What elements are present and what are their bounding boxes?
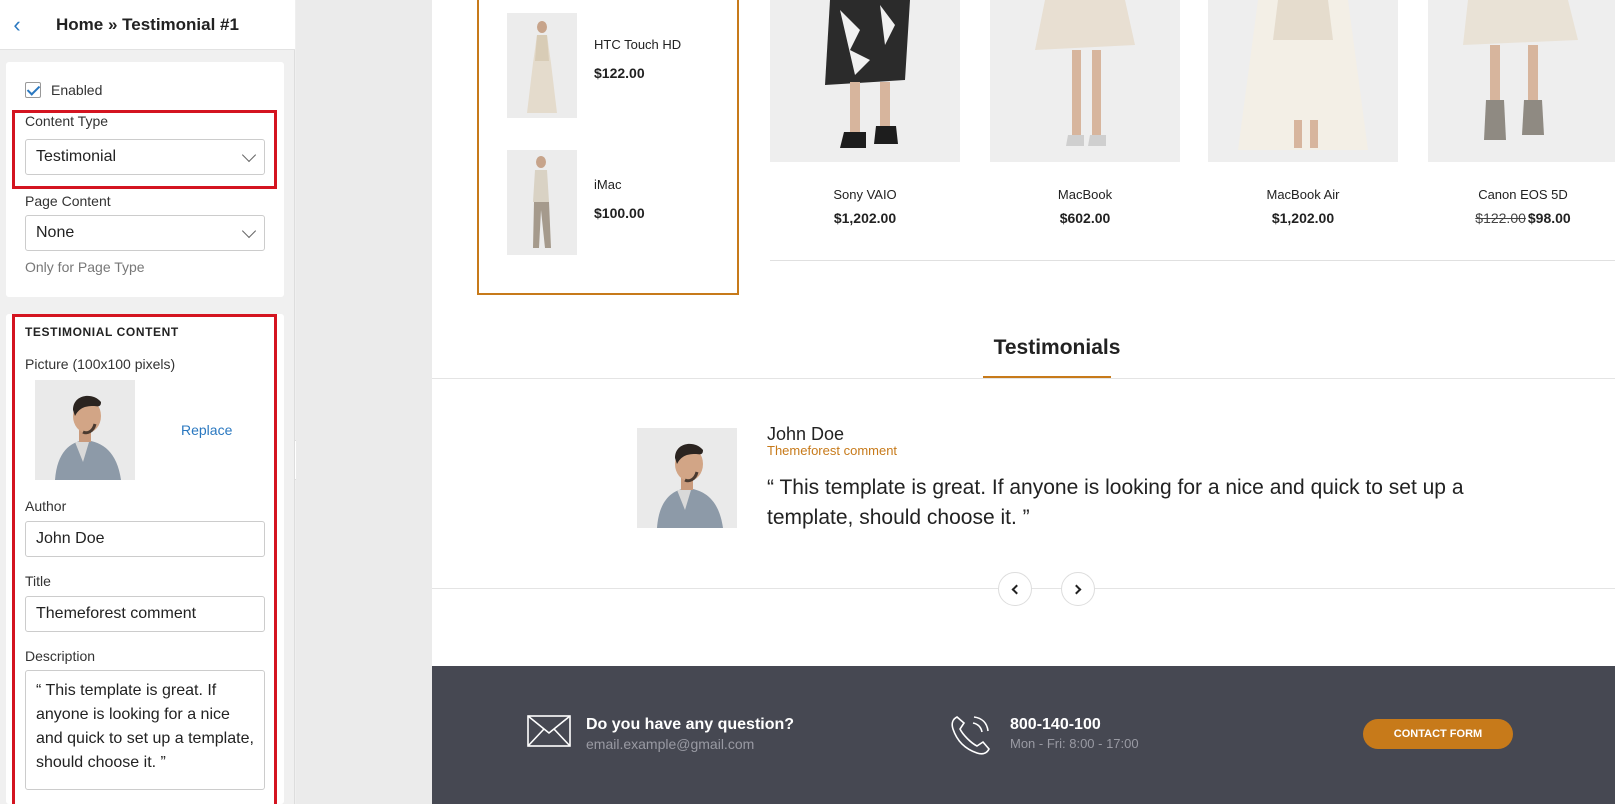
side-product-name[interactable]: iMac [594, 177, 621, 192]
picture-thumbnail[interactable] [35, 380, 135, 480]
author-label: Author [25, 498, 67, 514]
description-label: Description [25, 648, 96, 664]
description-textarea[interactable]: “ This template is great. If anyone is l… [25, 670, 265, 790]
products-divider [770, 260, 1615, 261]
product-image[interactable] [1428, 0, 1615, 162]
side-product-price: $100.00 [594, 205, 645, 221]
chevron-down-icon [241, 147, 257, 162]
next-testimonial-button[interactable] [1061, 572, 1095, 606]
testimonial-photo [637, 428, 737, 528]
product-price: $1,202.00 [770, 210, 960, 226]
title-label: Title [25, 573, 51, 589]
product-price-value: $602.00 [1059, 210, 1111, 226]
testimonial-title: Themeforest comment [767, 443, 898, 458]
author-input[interactable]: John Doe [25, 521, 265, 557]
side-product-name[interactable]: HTC Touch HD [594, 37, 681, 52]
product-old-price: $122.00 [1475, 210, 1526, 226]
customizer-panel: ‹ Home » Testimonial #1 Enabled Content … [0, 0, 295, 804]
footer-email[interactable]: email.example@gmail.com [586, 736, 754, 752]
product-image[interactable] [990, 0, 1180, 162]
product-image[interactable] [1208, 0, 1398, 162]
page-content-label: Page Content [25, 193, 111, 209]
product-image[interactable] [770, 0, 960, 162]
content-type-label: Content Type [25, 113, 109, 129]
section-title: TESTIMONIAL CONTENT [25, 325, 179, 339]
testimonial-quote: “ This template is great. If anyone is l… [767, 476, 1464, 529]
footer-phone: 800-140-100 [1010, 716, 1101, 733]
phone-icon [951, 716, 990, 755]
page-content-select[interactable]: None [25, 215, 265, 251]
product-price: $1,202.00 [1208, 210, 1398, 226]
site-footer: Do you have any question? email.example@… [432, 666, 1615, 804]
mail-icon [527, 715, 571, 747]
footer-hours: Mon - Fri: 8:00 - 17:00 [1010, 736, 1139, 751]
page-content-value: None [36, 224, 75, 241]
testimonials-heading: Testimonials [993, 336, 1121, 359]
product-price-value: $98.00 [1527, 210, 1571, 226]
content-type-select[interactable]: Testimonial [25, 139, 265, 175]
testimonials-divider [432, 378, 1615, 379]
author-input-value: John Doe [36, 530, 105, 547]
product-name[interactable]: Canon EOS 5D [1428, 187, 1615, 202]
product-price-value: $1,202.00 [1271, 210, 1335, 226]
title-input-value: Themeforest comment [36, 605, 197, 622]
back-button[interactable]: ‹ [2, 0, 32, 50]
panel-header: ‹ Home » Testimonial #1 [0, 0, 295, 50]
chevron-left-icon: ‹ [13, 11, 21, 37]
chevron-left-icon [1011, 584, 1022, 594]
picture-label: Picture (100x100 pixels) [25, 356, 176, 372]
replace-button[interactable]: Replace [181, 422, 232, 438]
testimonial-author: John Doe [767, 424, 845, 444]
side-products-box: HTC Touch HD $122.00 iMac $100.00 [477, 0, 739, 295]
enabled-toggle[interactable]: Enabled [25, 82, 102, 98]
contact-form-button[interactable]: CONTACT FORM [1363, 719, 1513, 749]
enabled-label: Enabled [51, 82, 103, 98]
preview-gutter [296, 0, 432, 804]
content-type-value: Testimonial [36, 148, 117, 165]
site-preview: HTC Touch HD $122.00 iMac $100.00 Sony V… [432, 0, 1615, 804]
product-price: $602.00 [990, 210, 1180, 226]
chevron-right-icon [1071, 584, 1082, 594]
prev-testimonial-button[interactable] [998, 572, 1032, 606]
page-content-hint: Only for Page Type [25, 259, 145, 275]
side-product-image[interactable] [507, 150, 577, 255]
checkbox-checked-icon[interactable] [25, 82, 41, 98]
product-name[interactable]: MacBook [990, 187, 1180, 202]
product-price-value: $1,202.00 [833, 210, 897, 226]
breadcrumb: Home » Testimonial #1 [56, 14, 239, 34]
side-product-image[interactable] [507, 13, 577, 118]
product-name[interactable]: Sony VAIO [770, 187, 960, 202]
person-photo [35, 380, 135, 480]
chevron-down-icon [241, 223, 257, 238]
testimonials-underline [983, 376, 1111, 378]
title-input[interactable]: Themeforest comment [25, 596, 265, 632]
footer-question: Do you have any question? [586, 716, 795, 733]
side-product-price: $122.00 [594, 65, 645, 81]
product-price: $122.00 $98.00 [1428, 210, 1615, 226]
product-name[interactable]: MacBook Air [1208, 187, 1398, 202]
